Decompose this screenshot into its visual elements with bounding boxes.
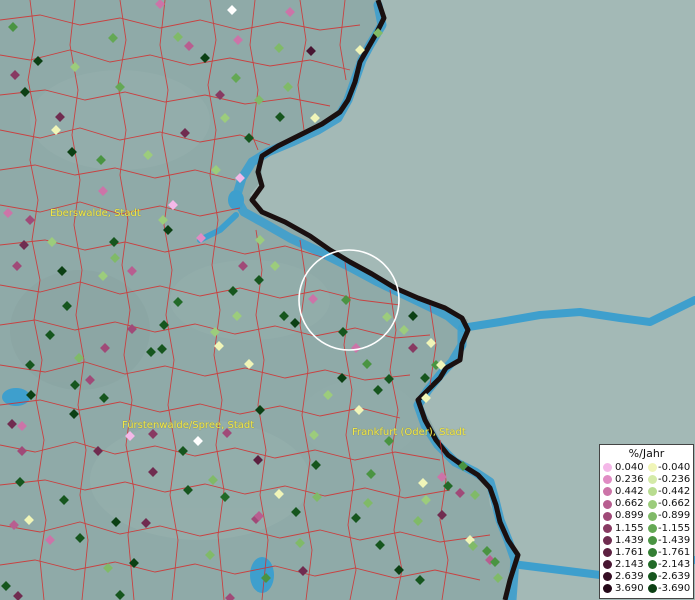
legend-swatch-negative: [648, 572, 657, 582]
legend-value-positive: 1.155: [615, 522, 644, 534]
legend-value-negative: -1.761: [658, 546, 691, 558]
legend-value-negative: -0.040: [658, 462, 691, 473]
legend-value-positive: 0.236: [615, 474, 644, 486]
legend-row: 0.442 -0.442: [600, 486, 695, 498]
legend-row: 0.662 -0.662: [600, 498, 695, 510]
legend-row: 0.040 -0.040: [600, 462, 695, 474]
legend-swatch-negative: [648, 511, 657, 521]
map-canvas[interactable]: [0, 0, 695, 600]
legend-value-negative: -2.143: [658, 558, 691, 570]
legend-swatch-positive: [603, 499, 612, 509]
legend-row: 1.155 -1.155: [600, 523, 695, 535]
legend-value-positive: 0.899: [615, 510, 644, 522]
legend-value-negative: -2.639: [658, 570, 691, 582]
legend-value-positive: 0.662: [615, 498, 644, 510]
legend-row: 1.761 -1.761: [600, 547, 695, 559]
legend-swatch-negative: [648, 584, 657, 594]
city-label-frankfurt-oder: Frankfurt (Oder), Stadt: [352, 427, 466, 438]
legend-value-positive: 3.690: [615, 583, 644, 594]
legend-value-negative: -0.899: [658, 510, 691, 522]
legend-swatch-positive: [603, 584, 612, 594]
legend-value-positive: 2.639: [615, 570, 644, 582]
legend-value-positive: 0.040: [615, 462, 644, 473]
legend-swatch-negative: [648, 523, 657, 533]
legend-swatch-positive: [603, 560, 612, 570]
legend-swatch-negative: [648, 475, 657, 485]
legend-swatch-positive: [603, 523, 612, 533]
city-label-fuerstenwalde: Fürstenwalde/Spree, Stadt: [122, 420, 255, 431]
legend-row: 0.899 -0.899: [600, 510, 695, 522]
legend-row: 0.236 -0.236: [600, 474, 695, 486]
legend-swatch-negative: [648, 560, 657, 570]
legend-value-positive: 2.143: [615, 558, 644, 570]
legend-swatch-positive: [603, 511, 612, 521]
legend-swatch-negative: [648, 535, 657, 545]
legend-swatch-positive: [603, 535, 612, 545]
legend-value-negative: -1.155: [658, 522, 691, 534]
legend-value-positive: 1.439: [615, 534, 644, 546]
legend-swatch-negative: [648, 499, 657, 509]
legend-row: 2.143 -2.143: [600, 559, 695, 571]
legend-value-negative: -0.442: [658, 486, 691, 498]
legend-title: %/Jahr: [628, 447, 665, 460]
legend-row: 2.639 -2.639: [600, 571, 695, 583]
legend-value-negative: -0.662: [658, 498, 691, 510]
legend-swatch-positive: [603, 572, 612, 582]
legend-value-negative: -0.236: [658, 474, 691, 486]
map-legend: %/Jahr 0.040 -0.040 0.236 -0.236 0.442 -0.442…: [599, 444, 694, 599]
legend-swatch-positive: [603, 463, 612, 473]
legend-value-negative: -3.690: [658, 583, 691, 594]
legend-swatch-negative: [648, 547, 657, 557]
legend-value-negative: -1.439: [658, 534, 691, 546]
legend-swatch-positive: [603, 547, 612, 557]
legend-value-positive: 0.442: [615, 486, 644, 498]
legend-row: 1.439 -1.439: [600, 535, 695, 547]
city-label-eberswalde: Eberswalde, Stadt: [50, 208, 141, 219]
legend-value-positive: 1.761: [615, 546, 644, 558]
legend-swatch-negative: [648, 463, 657, 473]
legend-swatch-negative: [648, 487, 657, 497]
legend-swatch-positive: [603, 487, 612, 497]
legend-row: 3.690 -3.690: [600, 583, 695, 595]
legend-swatch-positive: [603, 475, 612, 485]
